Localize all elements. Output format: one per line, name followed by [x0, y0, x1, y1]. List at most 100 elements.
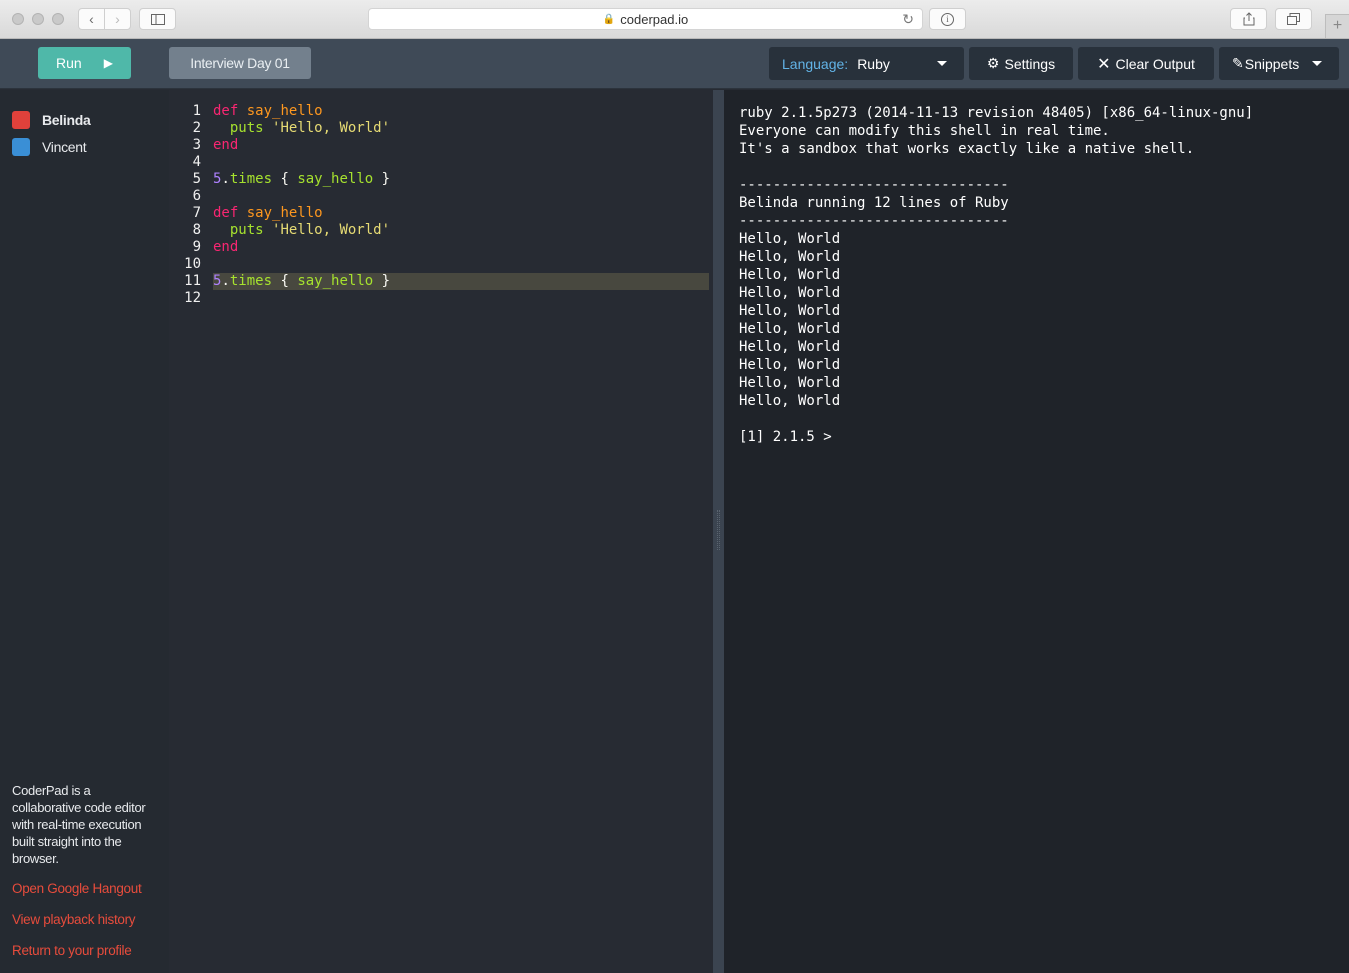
chevron-left-icon: ‹ — [89, 11, 94, 27]
code-line[interactable]: 4 — [169, 154, 709, 171]
participant-color-swatch — [12, 111, 30, 129]
line-number: 11 — [184, 273, 201, 289]
line-number: 9 — [192, 239, 201, 255]
code-line[interactable]: 12 — [169, 290, 709, 307]
line-number: 8 — [192, 222, 201, 238]
output-line: Hello, World — [739, 267, 841, 283]
line-number: 7 — [192, 205, 201, 221]
code-text: def say_hello — [213, 103, 323, 119]
code-line[interactable]: 10 — [169, 256, 709, 273]
output-line: Belinda running 12 lines of Ruby — [739, 195, 1009, 211]
code-line[interactable]: 5 5.times { say_hello } — [169, 171, 709, 188]
open-google-hangout-link[interactable]: Open Google Hangout — [12, 881, 142, 896]
line-number: 5 — [192, 171, 201, 187]
reload-icon[interactable]: ↻ — [902, 11, 914, 28]
language-value: Ruby — [857, 55, 890, 72]
output-line: Everyone can modify this shell in real t… — [739, 123, 1110, 139]
line-number: 1 — [192, 103, 201, 119]
code-text: def say_hello — [213, 205, 323, 221]
settings-button[interactable]: ⚙ Settings — [969, 47, 1073, 80]
participants-sidebar: Belinda Vincent CoderPad is a collaborat… — [0, 90, 169, 973]
sidebar-toggle-button[interactable] — [139, 8, 176, 30]
minimize-window-button[interactable] — [32, 13, 44, 25]
line-number: 6 — [192, 188, 201, 204]
code-line[interactable]: 3 end — [169, 137, 709, 154]
code-line[interactable]: 2 puts 'Hello, World' — [169, 120, 709, 137]
tabs-overview-button[interactable] — [1275, 8, 1312, 30]
edit-icon: ✎ — [1232, 55, 1244, 71]
clear-output-label: Clear Output — [1115, 55, 1195, 72]
view-playback-history-link[interactable]: View playback history — [12, 912, 136, 927]
run-label: Run — [56, 55, 82, 71]
output-line: Hello, World — [739, 303, 841, 319]
app-toolbar: Run ▶ Interview Day 01 Language: Ruby ⚙ … — [0, 39, 1349, 89]
code-line[interactable]: 8 puts 'Hello, World' — [169, 222, 709, 239]
clear-output-button[interactable]: ✕ Clear Output — [1078, 47, 1214, 80]
sidebar-icon — [150, 13, 165, 25]
forward-button[interactable]: › — [104, 8, 131, 30]
code-text: end — [213, 137, 239, 153]
line-number: 2 — [192, 120, 201, 136]
close-window-button[interactable] — [12, 13, 24, 25]
output-line: -------------------------------- — [739, 213, 1009, 229]
code-line[interactable]: 7 def say_hello — [169, 205, 709, 222]
chevron-right-icon: › — [115, 11, 120, 27]
close-icon: ✕ — [1097, 55, 1111, 73]
code-line[interactable]: 1 def say_hello — [169, 103, 709, 120]
code-line[interactable]: 9 end — [169, 239, 709, 256]
code-line[interactable]: 11 5.times { say_hello } — [169, 273, 709, 290]
output-line: Hello, World — [739, 231, 841, 247]
zoom-window-button[interactable] — [52, 13, 64, 25]
code-text: end — [213, 239, 239, 255]
settings-label: Settings — [1004, 55, 1056, 72]
pad-title-field[interactable]: Interview Day 01 — [169, 47, 311, 79]
back-button[interactable]: ‹ — [78, 8, 105, 30]
output-line: Hello, World — [739, 321, 841, 337]
language-label: Language: — [782, 55, 849, 72]
return-to-profile-link[interactable]: Return to your profile — [12, 943, 132, 958]
tabs-icon — [1287, 13, 1300, 25]
share-button[interactable] — [1230, 8, 1267, 30]
line-number: 12 — [184, 290, 201, 306]
output-line: -------------------------------- — [739, 177, 1009, 193]
participant-item: Belinda — [12, 111, 91, 129]
url-text: coderpad.io — [620, 11, 689, 27]
output-line: ruby 2.1.5p273 (2014-11-13 revision 4840… — [739, 105, 1254, 121]
drag-handle-icon — [717, 510, 720, 550]
code-text: 5.times { say_hello } — [213, 273, 709, 290]
output-line: Hello, World — [739, 357, 841, 373]
play-icon: ▶ — [103, 56, 113, 70]
address-bar[interactable]: 🔒 coderpad.io ↻ — [368, 8, 923, 30]
participant-name: Vincent — [42, 139, 87, 155]
participant-name: Belinda — [42, 112, 91, 128]
code-line[interactable]: 6 — [169, 188, 709, 205]
line-number: 10 — [184, 256, 201, 272]
output-console[interactable]: ruby 2.1.5p273 (2014-11-13 revision 4840… — [724, 90, 1349, 973]
run-button[interactable]: Run ▶ — [38, 47, 131, 79]
output-line: Hello, World — [739, 249, 841, 265]
caret-down-icon — [937, 61, 947, 66]
new-tab-button[interactable]: + — [1325, 14, 1349, 38]
info-icon: i — [941, 12, 954, 26]
output-line: Hello, World — [739, 393, 841, 409]
reader-info-button[interactable]: i — [929, 8, 966, 30]
browser-chrome: ‹ › 🔒 coderpad.io ↻ i + — [0, 0, 1349, 39]
language-select[interactable]: Language: Ruby — [769, 47, 964, 80]
code-text: 5.times { say_hello } — [213, 171, 391, 187]
lock-icon: 🔒 — [602, 13, 616, 25]
output-line: Hello, World — [739, 285, 841, 301]
pane-splitter[interactable] — [713, 90, 724, 973]
code-text: puts 'Hello, World' — [229, 222, 391, 238]
snippets-button[interactable]: ✎ Snippets — [1219, 47, 1339, 80]
plus-icon: + — [1332, 17, 1343, 34]
line-number: 3 — [192, 137, 201, 153]
about-text: CoderPad is a collaborative code editor … — [12, 783, 146, 866]
code-editor[interactable]: 1 def say_hello 2 puts 'Hello, World' 3 end 4… — [169, 90, 713, 973]
line-number: 4 — [192, 154, 201, 170]
